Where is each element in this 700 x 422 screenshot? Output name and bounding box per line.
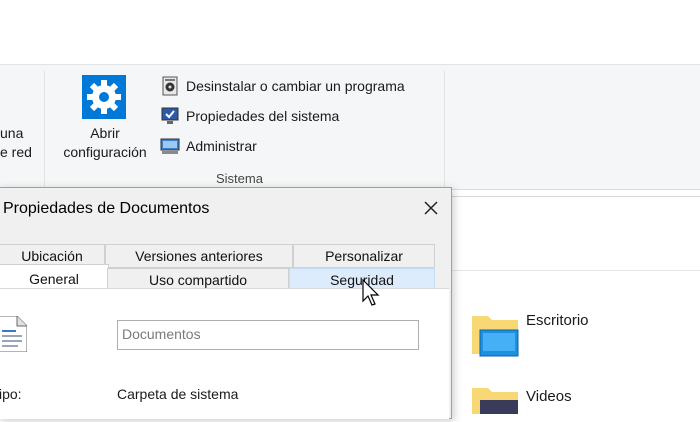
network-label-line1[interactable]: una: [0, 125, 23, 141]
system-properties-label: Propiedades del sistema: [186, 108, 340, 124]
manage-label: Administrar: [186, 138, 257, 154]
tab-customize[interactable]: Personalizar: [293, 244, 435, 268]
window-top-area: [0, 0, 700, 64]
videos-folder-icon[interactable]: [470, 384, 518, 422]
type-label: ipo:: [0, 386, 22, 402]
computer-management-icon: [160, 136, 180, 156]
dialog-title: Propiedades de Documentos: [3, 200, 210, 217]
system-properties-button[interactable]: Propiedades del sistema: [160, 105, 339, 127]
column-header-divider: [450, 270, 700, 271]
settings-gear-icon: [82, 75, 126, 119]
folder-name-field[interactable]: Documentos: [117, 320, 419, 350]
system-properties-icon: [160, 106, 180, 126]
close-icon: [424, 201, 438, 215]
folder-label-desktop[interactable]: Escritorio: [526, 312, 589, 329]
network-label-line2[interactable]: e red: [0, 144, 32, 160]
disc-box-icon: [160, 76, 180, 96]
open-settings-label-line1: Abrir: [90, 125, 120, 141]
mouse-pointer-icon: [362, 278, 382, 309]
uninstall-program-button[interactable]: Desinstalar o cambiar un programa: [160, 75, 405, 97]
desktop-folder-icon[interactable]: [470, 310, 519, 357]
folder-label-videos[interactable]: Videos: [526, 388, 572, 405]
open-settings-button[interactable]: Abrir configuración: [56, 75, 154, 173]
documents-folder-icon: [0, 315, 28, 353]
manage-button[interactable]: Administrar: [160, 135, 257, 157]
properties-dialog: Propiedades de Documentos Ubicación Vers…: [0, 187, 452, 419]
address-bar[interactable]: [450, 196, 700, 240]
tab-previous-versions[interactable]: Versiones anteriores: [105, 244, 293, 268]
open-settings-label-line2: configuración: [63, 144, 147, 160]
ribbon-separator: [444, 71, 445, 187]
uninstall-program-label: Desinstalar o cambiar un programa: [186, 78, 405, 94]
type-value: Carpeta de sistema: [117, 386, 239, 402]
ribbon: una e red Abrir configuración Desinstala…: [0, 64, 700, 190]
ribbon-separator: [44, 71, 45, 187]
ribbon-group-label: Sistema: [216, 171, 263, 186]
close-button[interactable]: [417, 194, 445, 222]
